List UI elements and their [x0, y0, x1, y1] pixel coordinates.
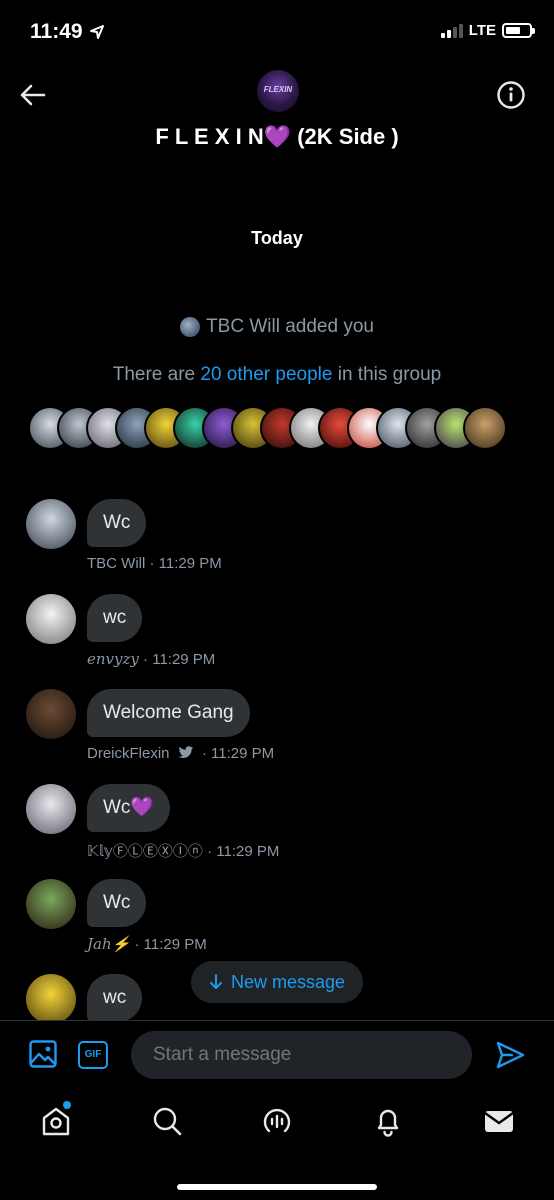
location-arrow-icon	[89, 25, 104, 39]
arrow-down-icon	[210, 974, 222, 989]
avatar[interactable]	[26, 594, 76, 644]
status-bar: 11:49 LTE	[0, 0, 554, 62]
group-members-notice: There are 20 other people in this group	[112, 364, 442, 385]
message-meta: 𝕂𝕝𝕪ⒻⓁⒺⓍⒾⓝ · 11:29 PM	[87, 840, 279, 861]
message-bubble[interactable]: wc	[87, 974, 143, 1020]
avatar[interactable]	[26, 879, 76, 929]
message-time: · 11:29 PM	[143, 651, 216, 668]
group-avatar[interactable]: FLEXIN	[257, 70, 299, 112]
sender-name[interactable]: envyzy	[87, 650, 139, 668]
other-people-link[interactable]: 20 other people	[200, 364, 332, 385]
status-time: 11:49	[30, 20, 105, 44]
gif-button[interactable]: GIF	[78, 1041, 108, 1069]
member-avatars[interactable]	[28, 406, 507, 452]
search-icon	[153, 1107, 182, 1136]
new-message-button[interactable]: New message	[191, 961, 364, 1003]
message-meta: TBC Will · 11:29 PM	[87, 555, 222, 572]
bell-icon	[377, 1109, 399, 1137]
back-arrow-icon[interactable]	[18, 80, 48, 110]
date-divider: Today	[251, 228, 303, 248]
message-bubble[interactable]: Wc	[87, 879, 147, 927]
conversation-header: FLEXIN F L E X I N💜 (2K Side )	[0, 62, 554, 172]
message-time: · 11:29 PM	[134, 936, 207, 953]
message-meta: DreickFlexin · 11:29 PM	[87, 745, 274, 762]
signal-icon	[440, 23, 463, 38]
battery-icon	[502, 23, 535, 38]
mail-icon	[484, 1111, 514, 1132]
avatar	[180, 317, 201, 337]
network-label: LTE	[468, 22, 496, 39]
avatar[interactable]	[26, 784, 76, 834]
send-icon[interactable]	[494, 1039, 526, 1071]
avatar[interactable]	[26, 689, 76, 739]
bottom-tab-bar	[0, 1090, 554, 1200]
home-icon	[42, 1107, 70, 1136]
message-bubble[interactable]: Wc💜	[87, 784, 171, 832]
message-meta: Jah⚡ · 11:29 PM	[87, 935, 207, 953]
notification-dot	[63, 1101, 71, 1109]
tab-notifications[interactable]	[371, 1104, 405, 1138]
sender-name[interactable]: DreickFlexin	[87, 745, 170, 762]
tab-messages[interactable]	[482, 1104, 516, 1138]
message-input[interactable]	[131, 1031, 472, 1079]
status-indicators: LTE	[440, 22, 535, 39]
avatar[interactable]	[26, 974, 76, 1020]
message-composer: GIF	[0, 1020, 554, 1090]
tab-spaces[interactable]	[260, 1104, 294, 1138]
tab-home[interactable]	[39, 1101, 73, 1138]
avatar[interactable]	[26, 499, 76, 549]
sender-name[interactable]: TBC Will	[87, 555, 145, 572]
message-bubble[interactable]: Wc	[87, 499, 147, 547]
sender-name[interactable]: Jah⚡	[87, 935, 130, 953]
message-time: · 11:29 PM	[201, 745, 275, 762]
message-meta: envyzy · 11:29 PM	[87, 650, 215, 668]
added-notice: TBC Will added you	[0, 316, 554, 338]
image-icon[interactable]	[28, 1039, 58, 1069]
avatar	[463, 406, 507, 450]
info-icon[interactable]	[496, 80, 526, 110]
message-time: · 11:29 PM	[149, 555, 222, 572]
message-time: · 11:29 PM	[207, 843, 280, 860]
spaces-icon	[263, 1108, 291, 1133]
sender-name[interactable]: 𝕂𝕝𝕪ⒻⓁⒺⓍⒾⓝ	[87, 843, 203, 860]
twitter-bird-icon	[178, 746, 193, 759]
message-bubble[interactable]: wc	[87, 594, 143, 642]
message-bubble[interactable]: Welcome Gang	[87, 689, 250, 737]
home-indicator	[177, 1184, 377, 1190]
tab-search[interactable]	[150, 1104, 184, 1138]
group-title[interactable]: F L E X I N💜 (2K Side )	[0, 124, 554, 150]
